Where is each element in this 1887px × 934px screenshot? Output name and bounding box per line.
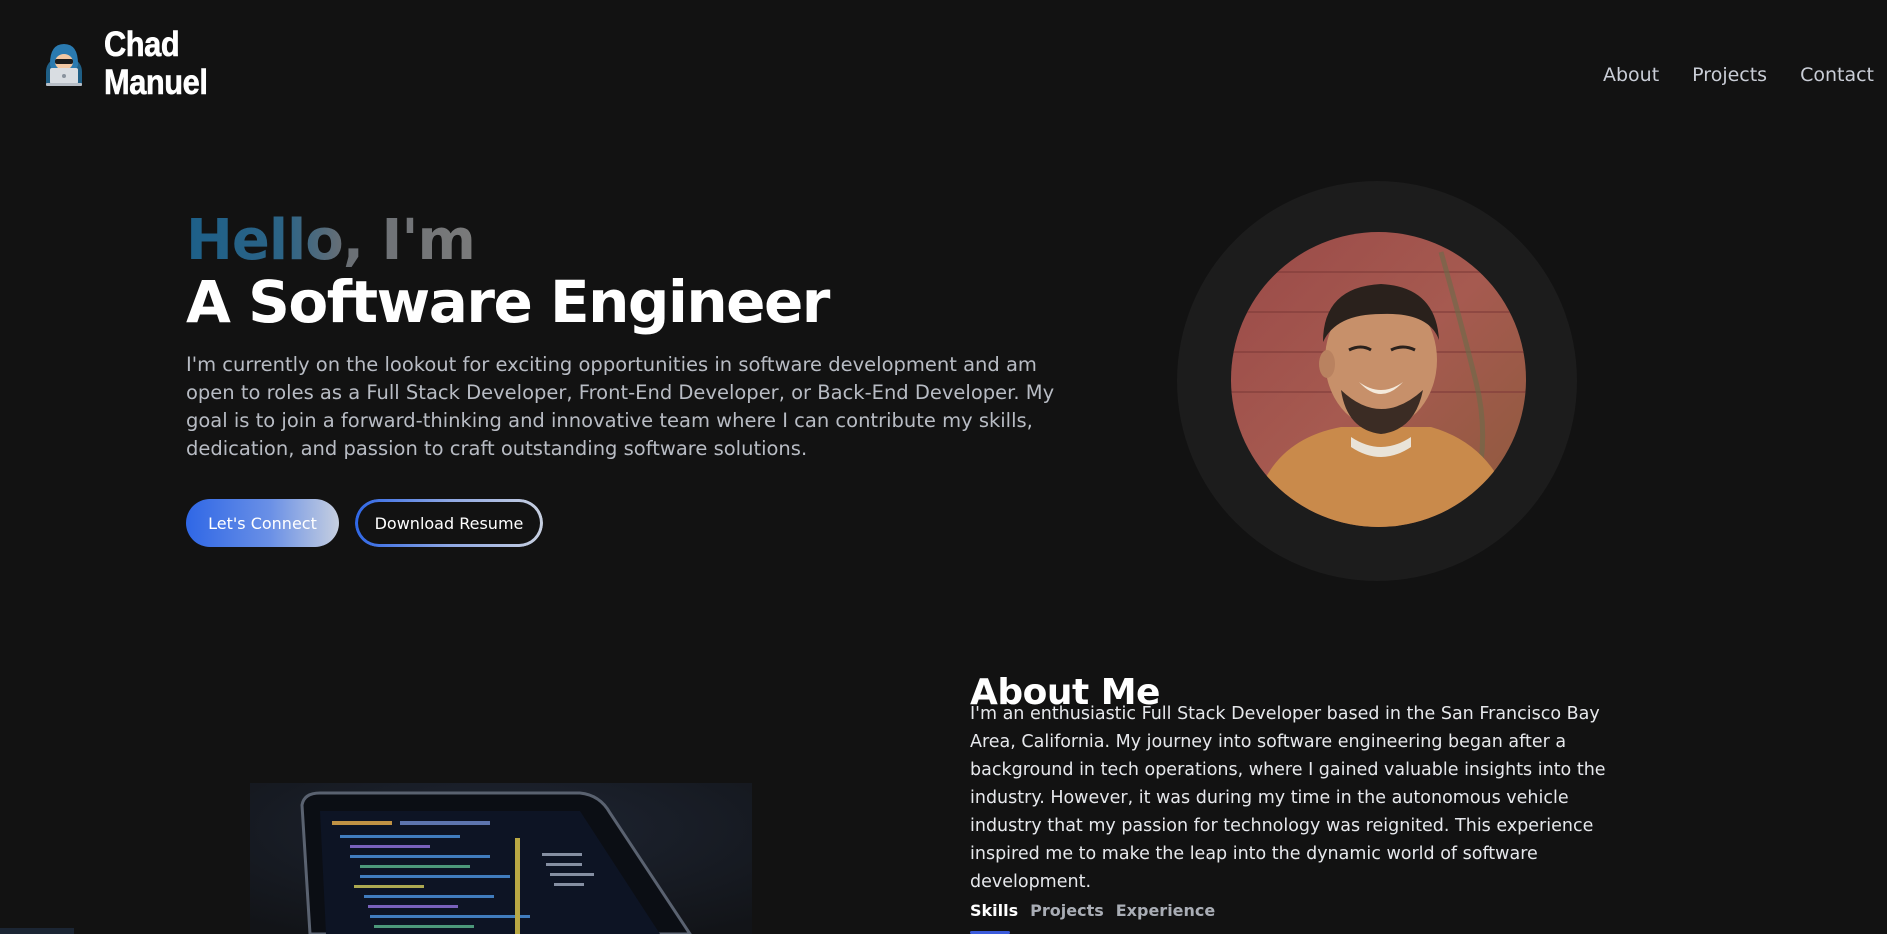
about-tabs: Skills Projects Experience — [970, 903, 1216, 934]
profile-photo-illustration — [1231, 232, 1526, 527]
hero-title: A Software Engineer — [186, 268, 830, 336]
download-resume-button[interactable]: Download Resume — [355, 499, 543, 547]
lets-connect-label: Let's Connect — [208, 513, 317, 533]
nav-links: About Projects Contact — [1603, 66, 1874, 85]
download-resume-label: Download Resume — [374, 513, 524, 533]
tab-experience[interactable]: Experience — [1116, 903, 1216, 919]
hero-buttons: Let's Connect Download Resume — [186, 499, 543, 547]
about-body: I'm an enthusiastic Full Stack Developer… — [970, 704, 1606, 892]
brand-logo[interactable]: Chad Manuel — [38, 25, 222, 102]
brand-name: Chad Manuel — [104, 25, 208, 102]
navbar: Chad Manuel About Projects Contact — [0, 0, 1887, 150]
brand-name-line1: Chad — [104, 25, 180, 64]
brand-name-line2: Manuel — [104, 62, 208, 102]
nav-link-contact[interactable]: Contact — [1800, 66, 1874, 85]
laptop-code-illustration — [250, 783, 752, 934]
hero-greeting: Hello, I'm — [186, 208, 476, 273]
laptop-code-image — [250, 783, 752, 934]
profile-photo — [1231, 232, 1526, 527]
lets-connect-button[interactable]: Let's Connect — [186, 499, 339, 547]
footer-edge-decoration — [0, 928, 74, 934]
nav-link-about[interactable]: About — [1603, 66, 1659, 85]
hacker-avatar-icon — [46, 43, 82, 86]
tab-skills[interactable]: Skills — [970, 903, 1018, 934]
tab-projects[interactable]: Projects — [1030, 903, 1104, 919]
hero-description: I'm currently on the lookout for excitin… — [186, 353, 1055, 460]
nav-link-projects[interactable]: Projects — [1692, 66, 1767, 85]
